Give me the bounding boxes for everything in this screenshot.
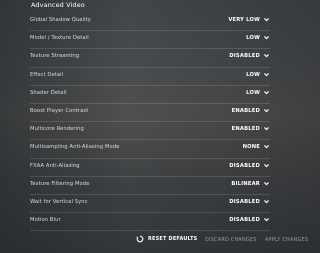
setting-label: Multisampling Anti-Aliasing Mode xyxy=(30,144,120,151)
chevron-down-icon[interactable] xyxy=(263,180,270,187)
setting-label: Motion Blur xyxy=(30,217,61,224)
setting-row[interactable]: Boost Player Contrast ENABLED xyxy=(30,104,270,123)
reset-arrow-icon xyxy=(136,235,144,243)
setting-value-dropdown[interactable]: LOW xyxy=(246,72,260,78)
advanced-video-panel: Advanced Video Global Shadow Quality VERY… xyxy=(25,0,271,253)
chevron-down-icon[interactable] xyxy=(263,125,270,132)
chevron-down-icon[interactable] xyxy=(263,34,270,41)
setting-label: Texture Streaming xyxy=(30,53,80,60)
setting-value-dropdown[interactable]: LOW xyxy=(246,35,260,41)
setting-row[interactable]: Model / Texture Detail LOW xyxy=(30,31,270,50)
setting-value-dropdown[interactable]: DISABLED xyxy=(229,163,260,169)
setting-row[interactable]: Multicore Rendering ENABLED xyxy=(30,122,270,141)
setting-value-dropdown[interactable]: VERY LOW xyxy=(228,17,260,23)
setting-label: Effect Detail xyxy=(30,71,64,78)
setting-label: Global Shadow Quality xyxy=(30,17,91,23)
setting-row[interactable]: Wait for Vertical Sync DISABLED xyxy=(30,195,270,214)
discard-changes-button[interactable]: DISCARD CHANGES xyxy=(205,237,257,243)
setting-label: FXAA Anti-Aliasing xyxy=(30,162,80,169)
reset-defaults-button[interactable]: RESET DEFAULTS xyxy=(136,235,197,243)
setting-row[interactable]: Global Shadow Quality VERY LOW xyxy=(30,13,270,32)
setting-label: Shader Detail xyxy=(30,89,67,96)
chevron-down-icon[interactable] xyxy=(263,89,270,96)
setting-value-dropdown[interactable]: DISABLED xyxy=(229,199,260,205)
chevron-down-icon[interactable] xyxy=(263,16,270,23)
setting-row[interactable]: Effect Detail LOW xyxy=(30,68,270,86)
chevron-down-icon[interactable] xyxy=(263,107,270,114)
setting-value-dropdown[interactable]: NONE xyxy=(243,144,260,150)
reset-defaults-label: RESET DEFAULTS xyxy=(148,236,198,242)
setting-label: Multicore Rendering xyxy=(30,126,84,133)
setting-label: Texture Filtering Mode xyxy=(30,180,90,187)
setting-value-dropdown[interactable]: ENABLED xyxy=(232,126,260,132)
setting-label: Boost Player Contrast xyxy=(30,107,89,114)
setting-label: Model / Texture Detail xyxy=(30,35,89,42)
chevron-down-icon[interactable] xyxy=(263,162,270,169)
setting-value-dropdown[interactable]: ENABLED xyxy=(232,108,260,114)
setting-row[interactable]: Shader Detail LOW xyxy=(30,86,270,104)
chevron-down-icon[interactable] xyxy=(263,71,270,78)
setting-row[interactable]: FXAA Anti-Aliasing DISABLED xyxy=(30,159,270,177)
section-title: Advanced Video xyxy=(31,1,85,9)
chevron-down-icon[interactable] xyxy=(263,143,270,150)
settings-list: Global Shadow Quality VERY LOW Model / Tex… xyxy=(30,13,270,232)
setting-row[interactable]: Texture Filtering Mode BILINEAR xyxy=(30,177,270,195)
chevron-down-icon[interactable] xyxy=(263,198,270,205)
setting-value-dropdown[interactable]: DISABLED xyxy=(229,53,260,59)
setting-label: Wait for Vertical Sync xyxy=(30,198,88,205)
chevron-down-icon[interactable] xyxy=(263,52,270,59)
setting-row[interactable]: Texture Streaming DISABLED xyxy=(30,49,270,68)
apply-changes-button[interactable]: APPLY CHANGES xyxy=(265,237,308,243)
setting-value-dropdown[interactable]: DISABLED xyxy=(229,217,260,223)
setting-row[interactable]: Multisampling Anti-Aliasing Mode NONE xyxy=(30,140,270,159)
chevron-down-icon[interactable] xyxy=(263,216,270,223)
setting-value-dropdown[interactable]: LOW xyxy=(246,90,260,96)
setting-value-dropdown[interactable]: BILINEAR xyxy=(231,181,260,187)
setting-row[interactable]: Motion Blur DISABLED xyxy=(30,213,270,232)
footer-bar: RESET DEFAULTS DISCARD CHANGES APPLY CHA… xyxy=(0,232,320,246)
